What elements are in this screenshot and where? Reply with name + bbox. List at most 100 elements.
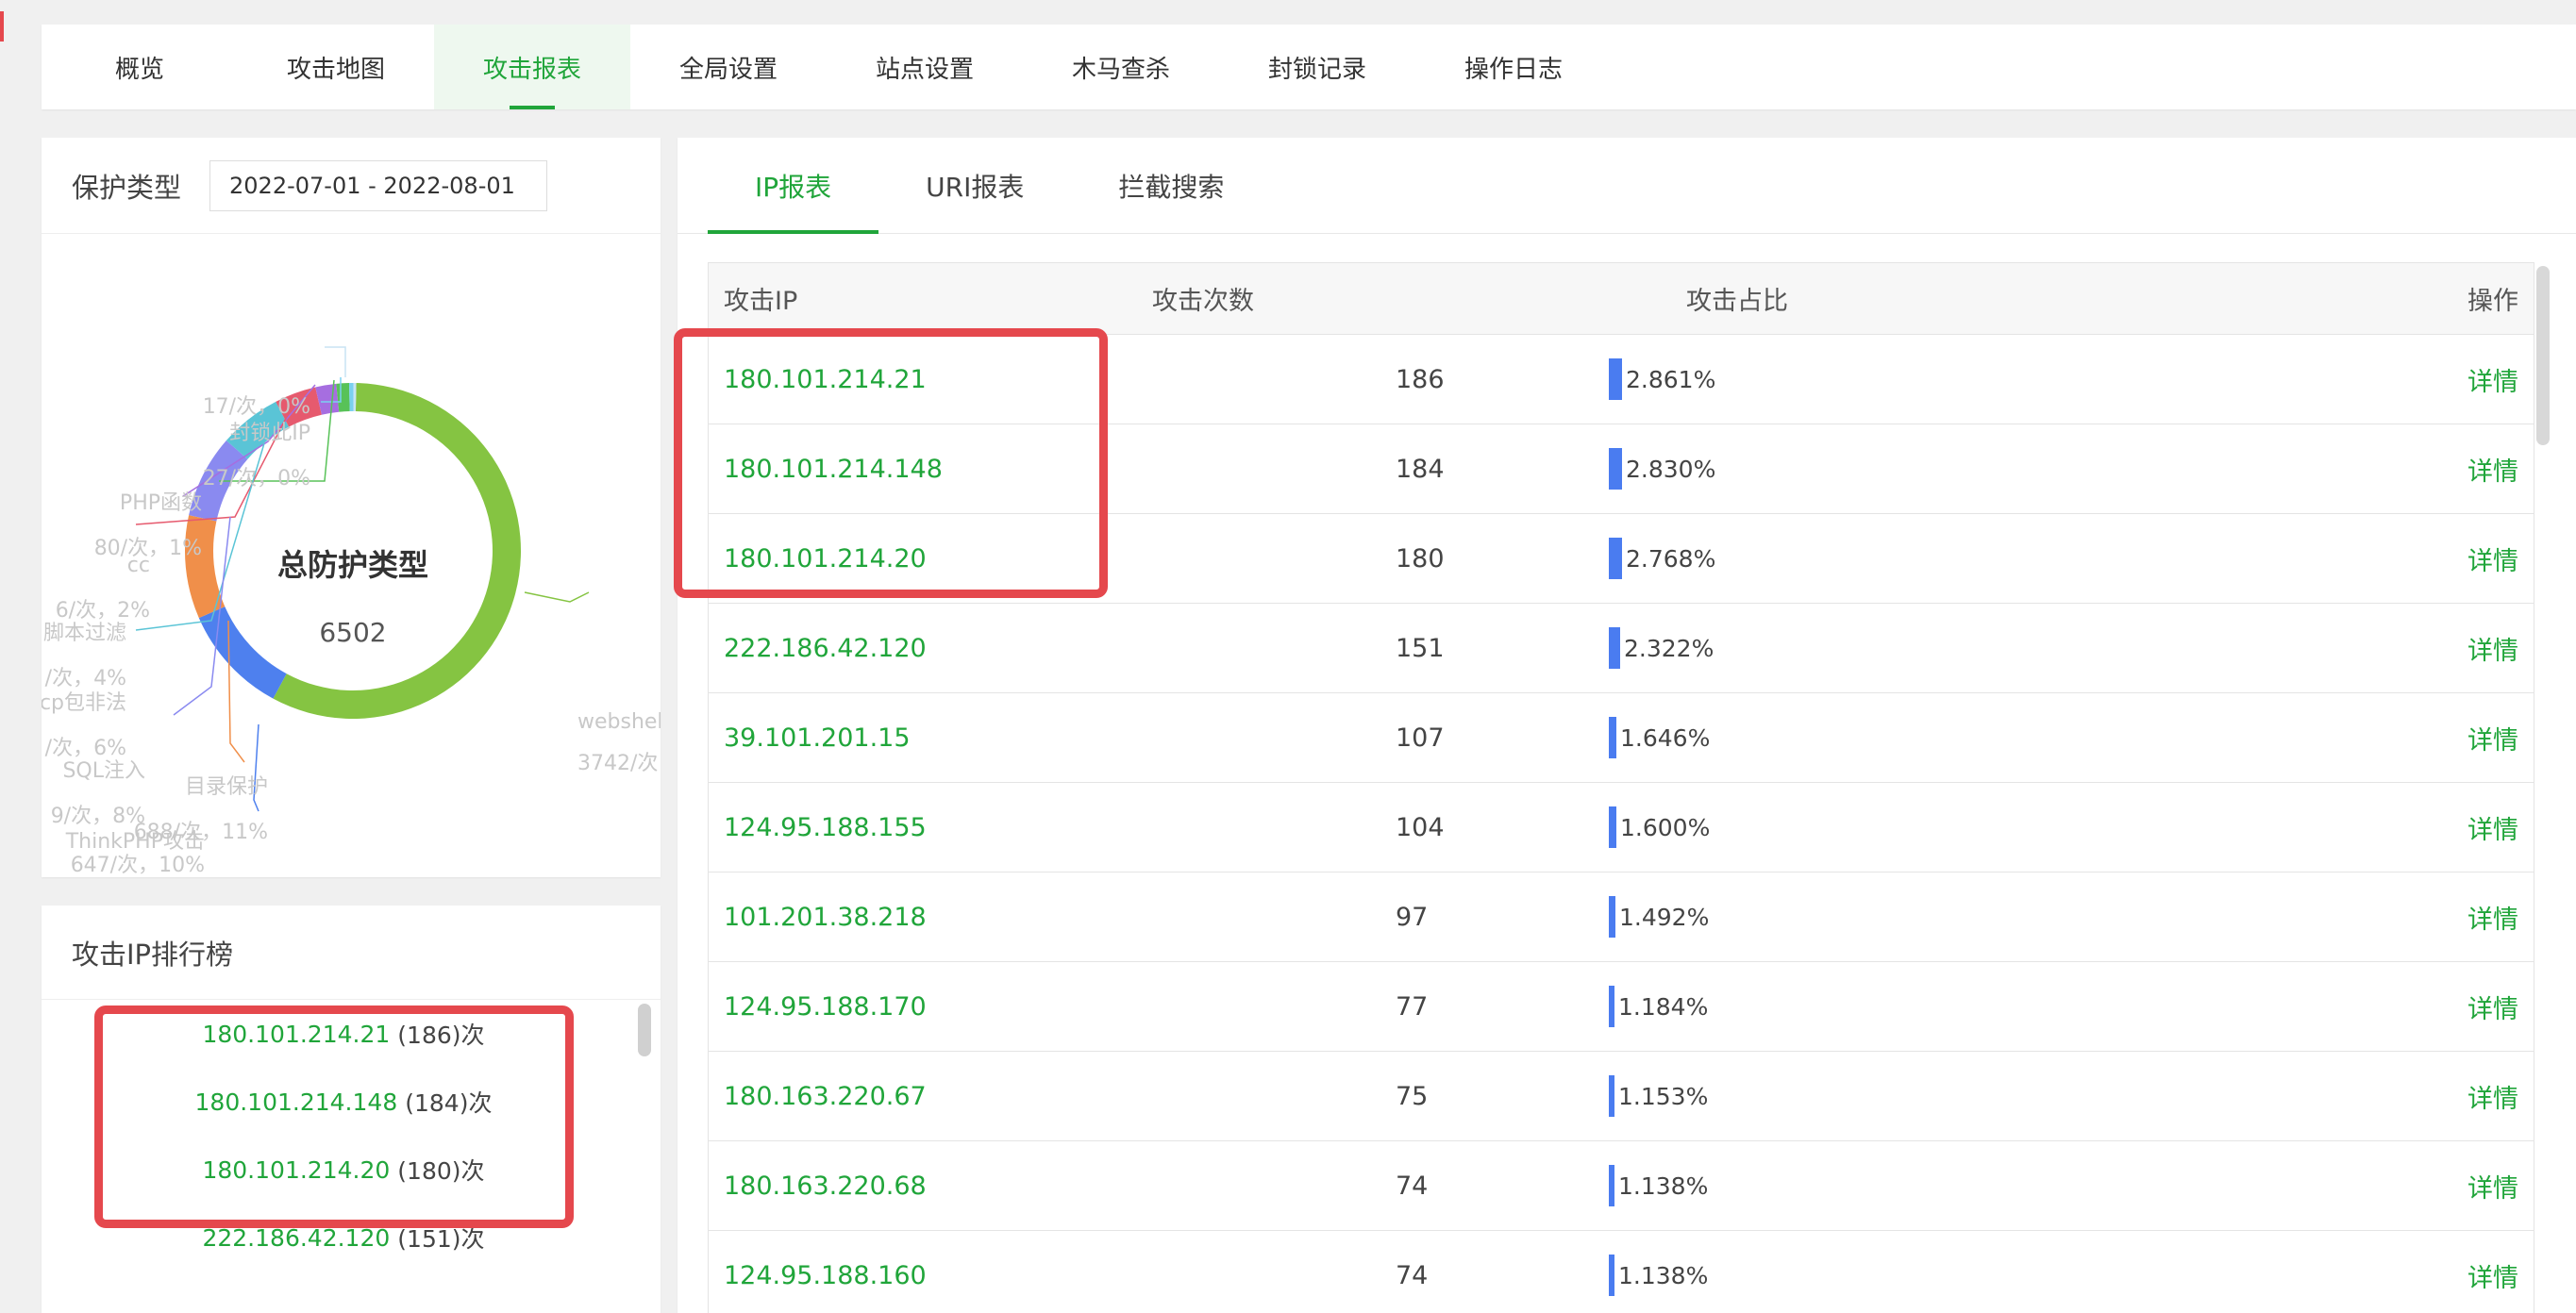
ratio-text: 2.322%: [1624, 634, 1715, 662]
ratio-text: 1.138%: [1618, 1172, 1709, 1200]
tab-intercept-search[interactable]: 拦截搜索: [1071, 138, 1271, 233]
ratio-bar: [1609, 806, 1616, 848]
table-row: 180.163.220.68 74 1.138% 详情: [709, 1141, 2534, 1231]
ratio-text: 1.153%: [1618, 1082, 1709, 1110]
pie-label-dir-val: 688/次，11%: [133, 821, 268, 844]
pie-label-top-cut: 17/次，0%: [203, 395, 310, 419]
details-link[interactable]: 详情: [2467, 720, 2518, 756]
row-ratio: 2.830%: [1609, 448, 1715, 490]
pie-label-cc-name: cc: [127, 554, 150, 577]
col-header-ip: 攻击IP: [724, 287, 798, 316]
row-count: 186: [1396, 364, 1445, 394]
row-ip[interactable]: 124.95.188.170: [724, 992, 927, 1022]
ranking-item[interactable]: 180.101.214.21 (186)次: [42, 1000, 645, 1068]
details-link[interactable]: 详情: [2467, 540, 2518, 577]
table-scrollbar[interactable]: [2536, 266, 2550, 445]
pie-label-cp-val: /次，6%: [45, 737, 126, 760]
pie-slice-8[interactable]: [348, 383, 354, 412]
report-panel: IP报表 URI报表 拦截搜索 攻击IP 攻击次数 攻击占比 操作 180.10…: [677, 138, 2576, 1313]
protection-type-label: 保护类型: [72, 171, 182, 204]
table-row: 39.101.201.15 107 1.646% 详情: [709, 693, 2534, 783]
tab-trojan-scan[interactable]: 木马查杀: [1023, 25, 1219, 109]
row-count: 75: [1396, 1081, 1429, 1111]
tab-attack-map[interactable]: 攻击地图: [238, 25, 434, 109]
details-link[interactable]: 详情: [2467, 989, 2518, 1025]
row-ip[interactable]: 180.163.220.67: [724, 1082, 927, 1111]
date-range-picker[interactable]: 2022-07-01 - 2022-08-01: [209, 159, 548, 211]
tab-operation-log[interactable]: 操作日志: [1415, 25, 1612, 109]
protection-type-panel: 保护类型 2022-07-01 - 2022-08-01 总防护类型 6502 …: [42, 138, 661, 877]
tab-attack-report[interactable]: 攻击报表: [434, 25, 630, 109]
ratio-bar: [1609, 986, 1614, 1027]
details-link[interactable]: 详情: [2467, 451, 2518, 488]
leader-line-webshel: [524, 591, 590, 603]
row-count: 77: [1396, 991, 1429, 1022]
row-ratio: 1.153%: [1609, 1075, 1708, 1117]
row-ip[interactable]: 180.101.214.21: [724, 365, 927, 394]
table-row: 180.101.214.20 180 2.768% 详情: [709, 514, 2534, 604]
col-header-count: 攻击次数: [1152, 287, 1254, 316]
row-ip[interactable]: 222.186.42.120: [724, 634, 927, 663]
ratio-text: 2.830%: [1626, 455, 1716, 483]
row-ip[interactable]: 180.101.214.148: [724, 455, 943, 484]
ranking-item[interactable]: 222.186.42.120 (151)次: [42, 1204, 645, 1271]
ranking-item[interactable]: 180.101.214.20 (180)次: [42, 1136, 645, 1204]
ranking-item[interactable]: 180.101.214.148 (184)次: [42, 1068, 645, 1136]
row-ip[interactable]: 101.201.38.218: [724, 903, 927, 932]
ratio-bar: [1609, 717, 1616, 758]
details-link[interactable]: 详情: [2467, 630, 2518, 667]
ratio-bar: [1609, 1075, 1614, 1117]
col-header-ratio: 攻击占比: [1686, 287, 1788, 316]
pie-center-title: 总防护类型: [277, 547, 428, 583]
row-ip[interactable]: 124.95.188.160: [724, 1261, 927, 1290]
ranking-ip[interactable]: 180.101.214.21: [202, 1021, 390, 1048]
tab-overview[interactable]: 概览: [42, 25, 238, 109]
protection-pie-chart: 总防护类型 6502 17/次，0% 封锁此IP 27/次，0% PHP函数 8…: [42, 346, 661, 877]
ranking-list: 180.101.214.21 (186)次 180.101.214.148 (184…: [42, 1000, 645, 1271]
table-row: 180.101.214.21 186 2.861% 详情: [709, 335, 2534, 424]
pie-label-webshel-name: webshel: [577, 710, 661, 734]
tab-uri-report[interactable]: URI报表: [878, 138, 1071, 233]
tab-global-settings[interactable]: 全局设置: [630, 25, 827, 109]
ranking-scrollbar[interactable]: [638, 1004, 651, 1056]
ranking-ip[interactable]: 222.186.42.120: [202, 1224, 390, 1252]
row-count: 184: [1396, 454, 1445, 484]
table-row: 124.95.188.160 74 1.138% 详情: [709, 1231, 2534, 1313]
details-link[interactable]: 详情: [2467, 1257, 2518, 1294]
ratio-text: 2.861%: [1626, 365, 1716, 393]
row-ratio: 2.768%: [1609, 538, 1715, 579]
pie-slice-2[interactable]: [185, 515, 226, 619]
ip-report-table: 攻击IP 攻击次数 攻击占比 操作 180.101.214.21 186 2.861…: [708, 262, 2534, 1313]
pie-label-webshel-val: 3742/次: [577, 752, 658, 775]
tab-ip-report[interactable]: IP报表: [708, 138, 879, 234]
ranking-title: 攻击IP排行榜: [42, 906, 661, 1000]
details-link[interactable]: 详情: [2467, 1168, 2518, 1205]
row-ip[interactable]: 180.163.220.68: [724, 1172, 927, 1201]
row-ratio: 1.138%: [1609, 1165, 1708, 1206]
pie-label-thinkphp-val: 647/次，10%: [71, 854, 205, 877]
row-count: 107: [1396, 723, 1445, 753]
table-body: 180.101.214.21 186 2.861% 详情 180.101.214.148…: [709, 335, 2534, 1313]
row-ip[interactable]: 39.101.201.15: [724, 723, 911, 753]
attack-ip-ranking-panel: 攻击IP排行榜 180.101.214.21 (186)次 180.101.214…: [42, 906, 661, 1313]
row-ip[interactable]: 124.95.188.155: [724, 813, 927, 842]
table-header: 攻击IP 攻击次数 攻击占比 操作: [709, 263, 2534, 335]
details-link[interactable]: 详情: [2467, 899, 2518, 936]
table-row: 124.95.188.170 77 1.184% 详情: [709, 962, 2534, 1052]
tab-block-records[interactable]: 封锁记录: [1219, 25, 1415, 109]
tab-site-settings[interactable]: 站点设置: [827, 25, 1023, 109]
ranking-ip[interactable]: 180.101.214.148: [195, 1089, 398, 1116]
ranking-ip[interactable]: 180.101.214.20: [202, 1156, 390, 1184]
ratio-bar: [1609, 448, 1622, 490]
ratio-bar: [1609, 1165, 1614, 1206]
pie-label-cc-val: 6/次，2%: [56, 599, 150, 623]
row-ip[interactable]: 180.101.214.20: [724, 544, 927, 573]
report-tabs: IP报表 URI报表 拦截搜索: [677, 138, 2576, 234]
ratio-bar: [1609, 1255, 1614, 1296]
details-link[interactable]: 详情: [2467, 1078, 2518, 1115]
ratio-bar: [1609, 538, 1622, 579]
row-count: 74: [1396, 1171, 1429, 1201]
details-link[interactable]: 详情: [2467, 809, 2518, 846]
details-link[interactable]: 详情: [2467, 361, 2518, 398]
ranking-count: (186)次: [397, 1022, 485, 1049]
